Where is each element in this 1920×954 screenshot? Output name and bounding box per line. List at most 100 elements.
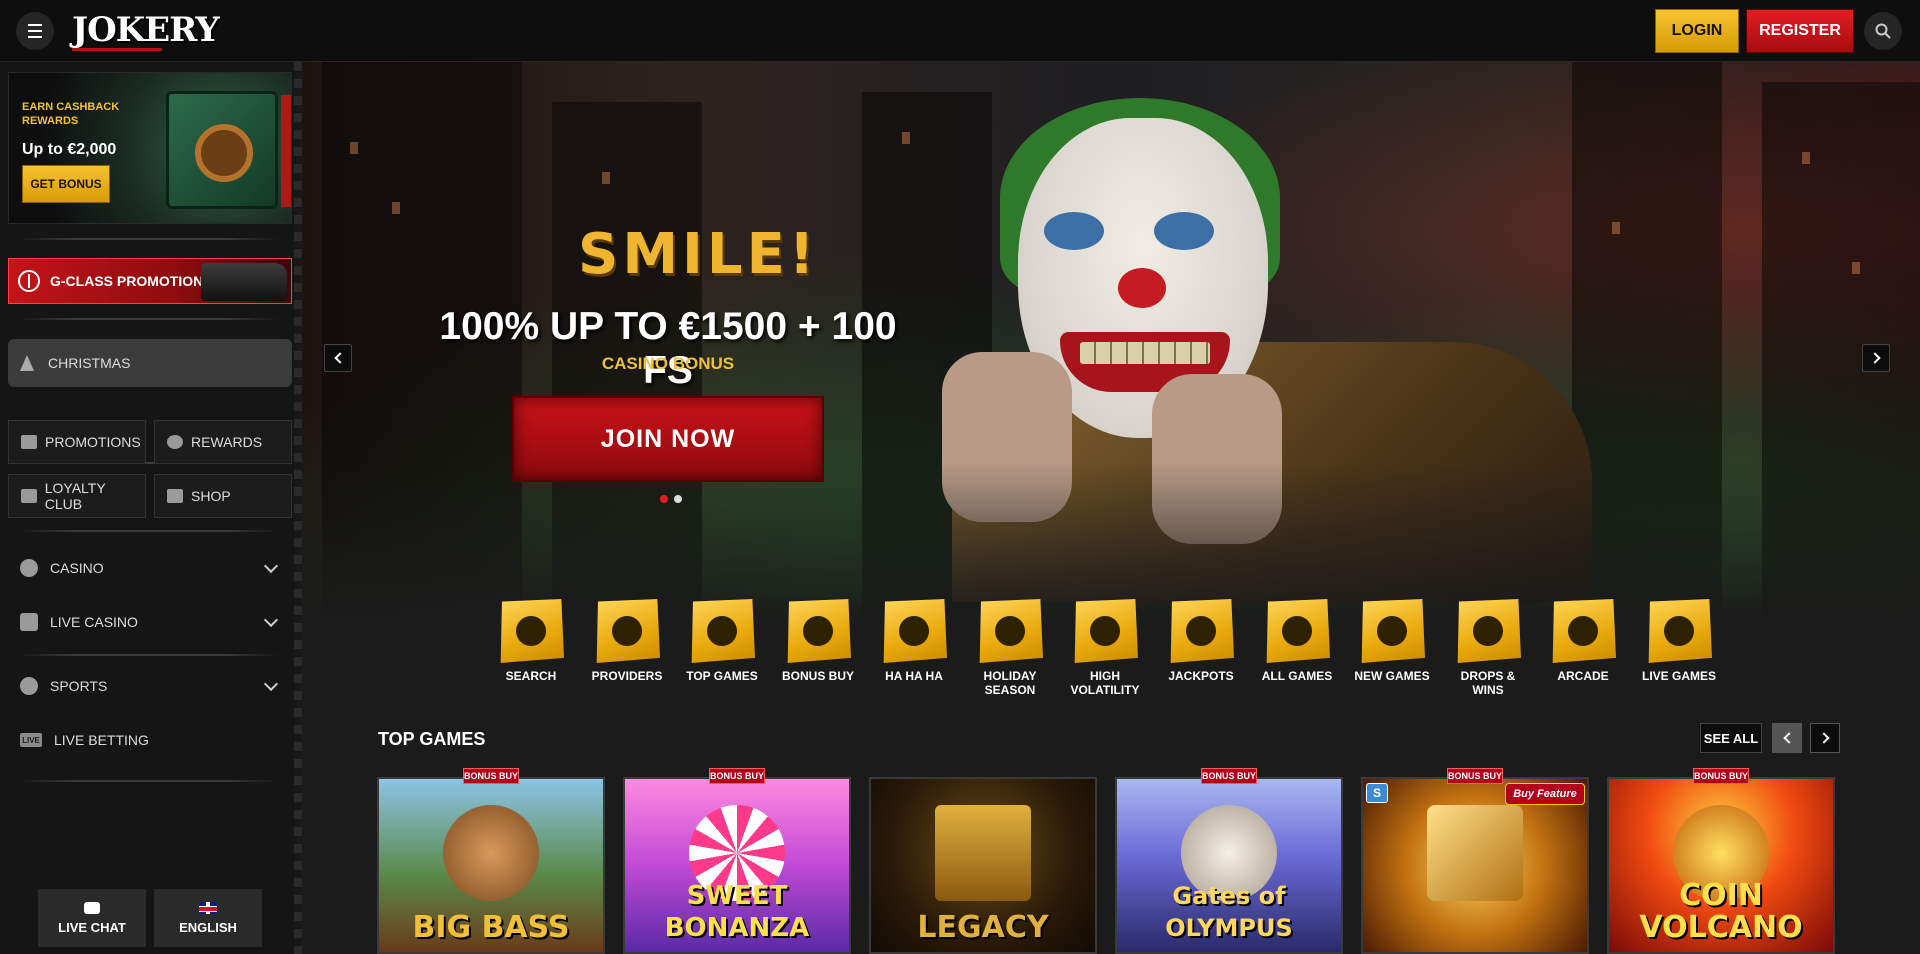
bonus-buy-badge: BONUS BUY (709, 768, 765, 784)
divider (20, 530, 278, 532)
sidebar-item-christmas[interactable]: CHRISTMAS (8, 339, 292, 387)
gift-icon (21, 435, 37, 449)
category-label: HOLIDAY SEASON (983, 669, 1037, 697)
games-next-button[interactable] (1810, 723, 1840, 753)
chevron-down-icon[interactable] (263, 676, 279, 692)
sidebar-tile-shop[interactable]: SHOP (154, 474, 292, 518)
cashback-banner[interactable]: EARN CASHBACK REWARDS Up to €2,000 GET B… (8, 72, 292, 224)
hero-caption: CASINO BONUS (601, 354, 735, 373)
sidebar-item-sports[interactable]: SPORTS (8, 664, 292, 708)
christmas-tree-icon (979, 599, 1043, 663)
chevron-left-icon (333, 352, 346, 364)
carousel-dot[interactable] (674, 495, 682, 503)
join-now-button[interactable]: JOIN NOW (512, 396, 824, 482)
christmas-tree-icon (20, 355, 34, 371)
window-light (1612, 222, 1620, 234)
joker-eye (1154, 212, 1214, 250)
category-search[interactable]: SEARCH (486, 599, 576, 683)
site-logo[interactable]: JOKERY (72, 10, 220, 50)
category-label: DROPS & WINS (1460, 669, 1516, 697)
hero-prev-button[interactable] (324, 344, 352, 372)
hero-next-button[interactable] (1862, 344, 1890, 372)
category-jackpots[interactable]: JACKPOTS (1156, 599, 1246, 683)
sidebar-item-live-casino[interactable]: LIVE CASINO (8, 600, 292, 644)
nav-label: CASINO (50, 560, 104, 576)
uk-flag-icon (199, 901, 217, 914)
games-prev-button[interactable] (1772, 723, 1802, 753)
game-title: SWEET BONANZA (664, 881, 810, 943)
category-label: HA HA HA (885, 669, 943, 683)
top-games-title: TOP GAMES (378, 729, 486, 749)
tile-label: REWARDS (191, 434, 263, 450)
golden-book-image (1427, 805, 1523, 901)
crown-icon (21, 489, 37, 503)
chevron-down-icon[interactable] (263, 612, 279, 628)
tile-label: LOYALTY CLUB (44, 480, 106, 512)
sidebar-torn-edge (294, 62, 302, 954)
game-title: BIG BASS (412, 910, 570, 945)
hero-banner[interactable]: SMILE! 100% UP TO €1500 + 100 FS CASINO … (302, 62, 1920, 622)
divider (20, 238, 278, 240)
category-label: BONUS BUY (781, 669, 854, 683)
carousel-dot-active[interactable] (660, 495, 668, 503)
sidebar-tile-promotions[interactable]: PROMOTIONS (8, 420, 146, 464)
get-bonus-button[interactable]: GET BONUS (22, 165, 110, 203)
divider (20, 780, 278, 782)
sidebar-item-casino[interactable]: CASINO (8, 546, 292, 590)
tile-label: SHOP (191, 488, 231, 504)
category-live-games[interactable]: LIVE GAMES (1634, 599, 1724, 683)
game-card-big-bass[interactable]: BIG BASS (377, 777, 605, 954)
shop-icon (167, 489, 183, 503)
safe-accent (281, 95, 291, 207)
provider-tag: S (1366, 783, 1388, 803)
category-holiday-season[interactable]: HOLIDAY SEASON (965, 599, 1055, 697)
live-chat-button[interactable]: LIVE CHAT (38, 889, 146, 947)
category-label: LIVE GAMES (1641, 669, 1716, 683)
login-button[interactable]: LOGIN (1655, 9, 1739, 53)
category-all-games[interactable]: ALL GAMES (1252, 599, 1342, 683)
register-button[interactable]: REGISTER (1746, 9, 1854, 53)
category-new-games[interactable]: NEW GAMES (1347, 599, 1437, 683)
game-title: COIN VOLCANO (1639, 878, 1803, 945)
mercedes-logo-icon (18, 270, 40, 292)
buy-feature-tag: Buy Feature (1505, 783, 1585, 805)
cashback-label: EARN CASHBACK REWARDS (22, 101, 120, 127)
nav-label: LIVE BETTING (54, 732, 149, 748)
sidebar-tile-rewards[interactable]: REWARDS (154, 420, 292, 464)
game-card-sweet-bonanza[interactable]: SWEET BONANZA (623, 777, 851, 954)
category-label: TOP GAMES (686, 669, 758, 683)
chevron-left-icon (1782, 732, 1795, 744)
search-button[interactable] (1864, 12, 1902, 50)
category-label: HIGH VOLATILITY (1070, 669, 1140, 697)
category-label: NEW GAMES (1354, 669, 1430, 683)
game-card-coin-volcano[interactable]: COIN VOLCANO (1607, 777, 1835, 954)
divider (20, 318, 278, 320)
game-card-legacy[interactable]: LEGACY (869, 777, 1097, 954)
category-drops-and-wins[interactable]: DROPS & WINS (1443, 599, 1533, 697)
category-bonus-buy[interactable]: BONUS BUY (773, 599, 863, 683)
hamburger-icon[interactable] (16, 12, 54, 50)
money-bag-icon (787, 599, 851, 663)
logo-underline (72, 48, 162, 51)
window-light (902, 132, 910, 144)
category-top-games[interactable]: TOP GAMES (677, 599, 767, 683)
soccer-ball-icon (20, 677, 38, 695)
category-arcade[interactable]: ARCADE (1538, 599, 1628, 683)
sidebar-tile-loyalty-club[interactable]: LOYALTY CLUB (8, 474, 146, 518)
bonus-buy-badge: BONUS BUY (1447, 768, 1503, 784)
see-all-button[interactable]: SEE ALL (1700, 723, 1762, 753)
game-card-gates-of-olympus[interactable]: Gates of OLYMPUS (1115, 777, 1343, 954)
category-label: JACKPOTS (1168, 669, 1234, 683)
category-high-volatility[interactable]: HIGH VOLATILITY (1060, 599, 1150, 697)
bonus-buy-badge: BONUS BUY (463, 768, 519, 784)
top-header: JOKERY LOGIN REGISTER (0, 0, 1920, 62)
gclass-promotion-banner[interactable]: G-CLASS PROMOTION (8, 258, 292, 304)
category-providers[interactable]: PROVIDERS (582, 599, 672, 683)
diamond-icon (691, 599, 755, 663)
language-button[interactable]: ENGLISH (154, 889, 262, 947)
sidebar-item-live-betting[interactable]: LIVE LIVE BETTING (8, 718, 292, 762)
chevron-down-icon[interactable] (263, 558, 279, 574)
window-light (392, 202, 400, 214)
window-light (350, 142, 358, 154)
category-ha-ha-ha[interactable]: HA HA HA (869, 599, 959, 683)
